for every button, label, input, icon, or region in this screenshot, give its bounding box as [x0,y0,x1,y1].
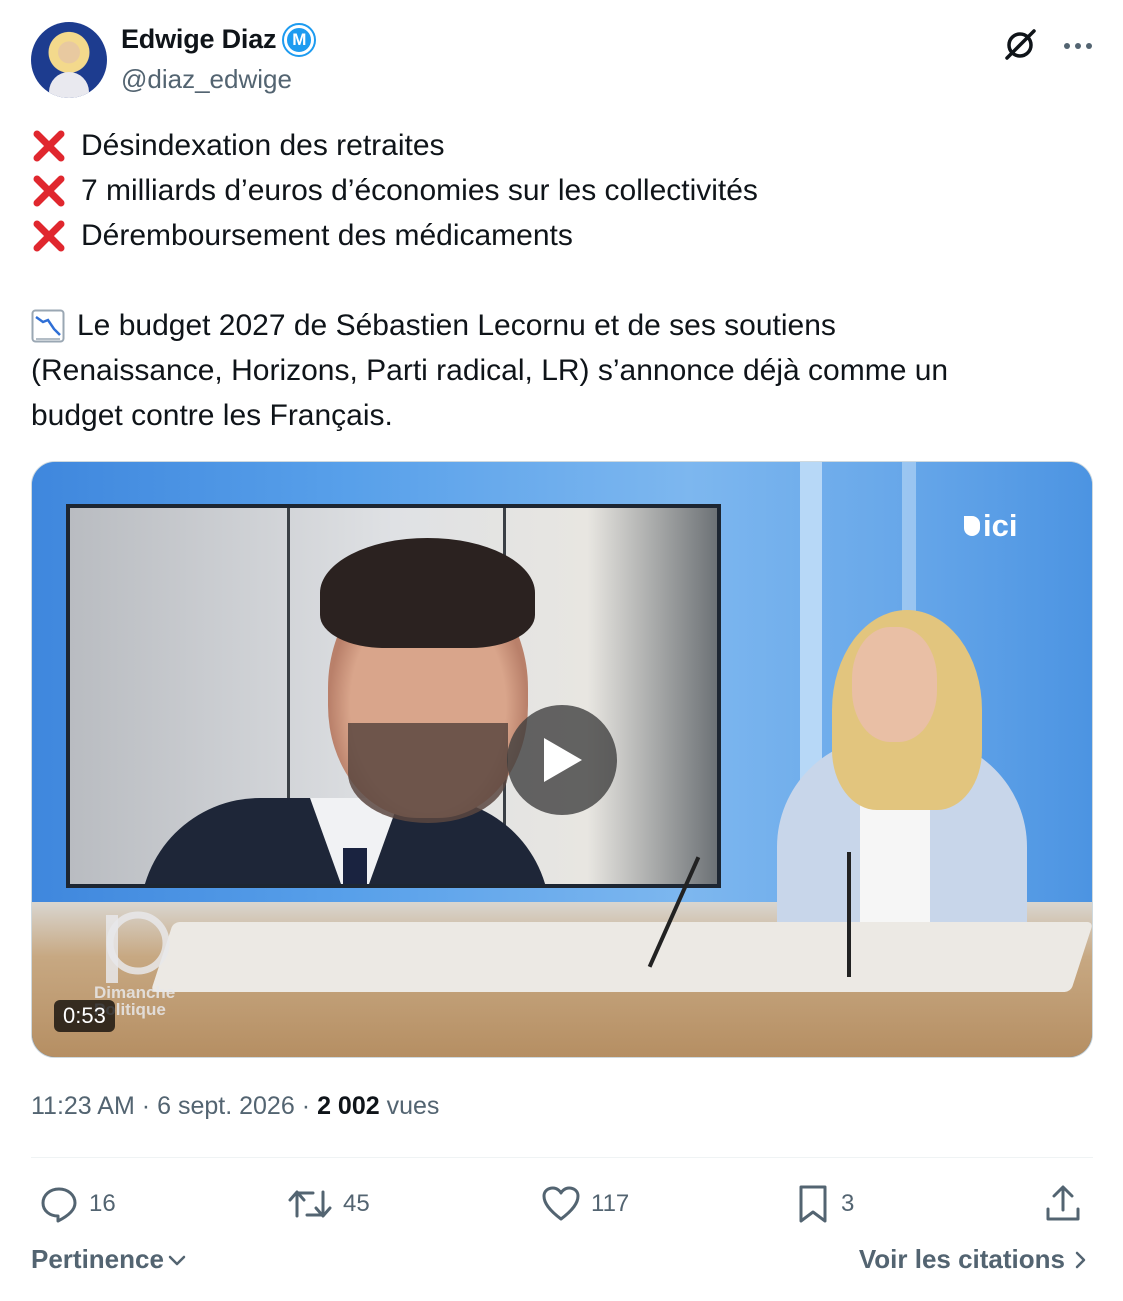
verified-badge-icon: M [282,22,317,57]
header-actions [1003,26,1093,67]
author-name-row: Edwige Diaz M [121,22,317,57]
bullet-text: Désindexation des retraites [81,129,445,162]
reply-icon [41,1187,77,1223]
paragraph-text: (Renaissance, Horizons, Parti radical, L… [31,354,949,387]
repost-button[interactable]: 45 [287,1176,370,1232]
grok-icon[interactable] [1003,26,1039,67]
bookmark-button[interactable]: 3 [795,1176,854,1232]
views-label: vues [386,1092,440,1120]
share-button[interactable] [1045,1176,1081,1232]
replies-footer: Pertinence Voir les citations [31,1244,1093,1284]
author-handle[interactable]: @diaz_edwige [121,64,292,95]
paragraph-line: budget contre les Français. [31,393,1071,438]
cross-mark-icon [33,220,65,251]
share-icon [1046,1185,1080,1221]
play-icon [544,738,582,782]
channel-logo: ici [964,508,1017,544]
paragraph-text: Le budget 2027 de Sébastien Lecornu et d… [77,309,836,342]
bullet-line: Déremboursement des médicaments [31,213,1071,258]
bullet-line: Désindexation des retraites [31,123,1071,168]
view-quotes-link[interactable]: Voir les citations [859,1244,1089,1275]
bullet-text: Déremboursement des médicaments [81,219,573,252]
author-name[interactable]: Edwige Diaz [121,24,277,55]
avatar[interactable] [31,22,107,98]
like-button[interactable]: 117 [541,1176,629,1232]
views-count: 2 002 [317,1092,380,1120]
bullet-line: 7 milliards d’euros d’économies sur les … [31,168,1071,213]
repost-count: 45 [343,1190,370,1217]
chart-decreasing-icon [31,309,65,342]
quotes-label: Voir les citations [858,1244,1065,1274]
studio-screen [66,504,721,888]
reply-count: 16 [89,1190,116,1217]
divider [31,1157,1093,1158]
sort-label: Pertinence [31,1244,164,1274]
chevron-right-icon [1075,1251,1086,1268]
meta-separator: · [301,1092,311,1120]
meta-separator: · [141,1092,151,1120]
heart-icon [542,1186,580,1221]
video-duration: 0:53 [54,1000,115,1032]
paragraph-line: (Renaissance, Horizons, Parti radical, L… [31,348,1071,393]
play-button[interactable] [507,705,617,815]
bookmark-count: 3 [841,1190,855,1217]
action-bar: 16 45 117 3 [31,1176,1093,1232]
like-count: 117 [591,1190,630,1217]
tweet-text: Désindexation des retraites 7 milliards … [31,123,1071,438]
video-player[interactable]: ici Dimanche Politique 0:53 [31,461,1093,1058]
show-logo-icon [106,911,170,983]
cross-mark-icon [33,130,65,161]
bullet-text: 7 milliards d’euros d’économies sur les … [81,174,758,207]
tweet-header: Edwige Diaz M @diaz_edwige [31,22,1093,102]
chevron-down-icon [168,1255,186,1265]
sort-dropdown[interactable]: Pertinence [31,1244,188,1275]
repost-icon [288,1190,332,1218]
more-icon[interactable] [1063,38,1093,56]
paragraph-text: budget contre les Français. [31,399,393,432]
cross-mark-icon [33,175,65,206]
reply-button[interactable]: 16 [39,1176,116,1232]
paragraph-line: Le budget 2027 de Sébastien Lecornu et d… [31,303,1071,348]
tweet-meta: 11:23 AM · 6 sept. 2026 · 2 002 vues [31,1092,439,1121]
bookmark-icon [799,1185,827,1223]
tweet-time[interactable]: 11:23 AM [31,1092,135,1121]
tweet-date[interactable]: 6 sept. 2026 [157,1092,295,1121]
